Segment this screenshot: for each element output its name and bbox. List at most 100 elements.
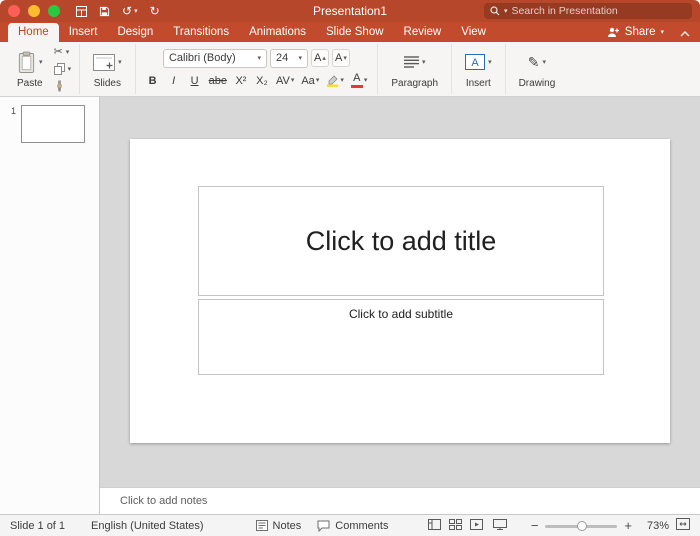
font-color-button[interactable]: A ▾ (349, 72, 370, 90)
grow-font-glyph: A (314, 52, 321, 64)
zoom-out-button[interactable]: − (531, 519, 539, 532)
change-case-glyph: Aa (301, 75, 314, 87)
notes-icon (256, 520, 268, 531)
slide-show-button[interactable] (470, 519, 483, 533)
drawing-group: ✎ ▾ Drawing (506, 44, 569, 94)
character-spacing-button[interactable]: AV ▾ (274, 72, 296, 90)
subtitle-placeholder-text: Click to add subtitle (349, 307, 453, 321)
normal-view-icon (428, 519, 441, 530)
tab-transitions[interactable]: Transitions (163, 23, 239, 42)
superscript-button[interactable]: X² (232, 72, 250, 90)
caret-down-icon: ▾ (134, 8, 138, 15)
comments-toggle-label: Comments (335, 520, 388, 532)
view-switcher (428, 519, 483, 533)
titlebar: ↺ ▾ ↻ Presentation1 ▾ (0, 0, 700, 22)
notes-toggle-button[interactable]: Notes (256, 520, 302, 532)
caret-down-icon: ▾ (257, 55, 261, 62)
slide-thumbnail[interactable] (21, 105, 85, 143)
decrease-font-size-button[interactable]: A ▾ (332, 49, 350, 67)
search-scope-caret-icon: ▾ (504, 8, 508, 15)
paragraph-button[interactable]: ▾ Paragraph (386, 47, 443, 91)
caret-down-icon: ▾ (68, 66, 72, 73)
share-person-icon (606, 26, 620, 38)
chevron-up-icon (680, 31, 690, 37)
comments-icon (317, 520, 330, 532)
tab-review[interactable]: Review (394, 23, 452, 42)
tab-slide-show[interactable]: Slide Show (316, 23, 394, 42)
caret-down-icon: ▾ (364, 77, 368, 84)
fit-slide-to-window-button[interactable] (676, 518, 690, 533)
drawing-button[interactable]: ✎ ▾ Drawing (514, 47, 561, 91)
ribbon-layout-icon[interactable] (76, 6, 87, 17)
bold-button[interactable]: B (144, 72, 162, 90)
tab-view[interactable]: View (451, 23, 496, 42)
subtitle-placeholder[interactable]: Click to add subtitle (198, 299, 604, 375)
tab-insert[interactable]: Insert (59, 23, 108, 42)
insert-label: Insert (466, 78, 491, 89)
paste-button[interactable]: ▾ Paste (12, 47, 48, 91)
paste-label: Paste (17, 78, 43, 89)
notes-pane[interactable]: Click to add notes (100, 487, 700, 514)
italic-button[interactable]: I (165, 72, 183, 90)
increase-font-size-button[interactable]: A ▴ (311, 49, 329, 67)
slide-counter: Slide 1 of 1 (10, 520, 65, 532)
caret-down-icon: ▾ (66, 49, 70, 56)
tab-animations[interactable]: Animations (239, 23, 316, 42)
share-button[interactable]: Share ▾ (606, 26, 664, 42)
collapse-ribbon-button[interactable] (680, 31, 690, 42)
text-box-icon: A (465, 54, 485, 70)
save-icon[interactable] (99, 6, 110, 17)
underline-button[interactable]: U (186, 72, 204, 90)
status-bar-right: − + 73% (428, 518, 690, 533)
clipboard-icon (17, 51, 36, 74)
minimize-button[interactable] (28, 5, 40, 17)
shrink-font-glyph: A (335, 52, 342, 64)
zoom-slider[interactable] (545, 520, 617, 532)
search-icon (490, 6, 500, 16)
highlighter-icon (326, 74, 339, 87)
redo-icon[interactable]: ↻ (150, 5, 160, 17)
copy-button[interactable]: ▾ (54, 62, 72, 76)
caret-down-icon: ▾ (343, 55, 347, 62)
text-highlight-button[interactable]: ▾ (324, 72, 346, 90)
caret-down-icon: ▾ (298, 55, 302, 62)
presenter-view-button[interactable] (493, 519, 507, 533)
zoom-in-button[interactable]: + (624, 519, 632, 532)
comments-toggle-button[interactable]: Comments (317, 520, 388, 532)
slide-canvas-area: Click to add title Click to add subtitle (100, 97, 700, 487)
zoom-level[interactable]: 73% (639, 520, 669, 532)
undo-icon[interactable]: ↺ ▾ (122, 5, 138, 17)
ribbon: ▾ Paste ✂ ▾ ▾ (0, 42, 700, 97)
strikethrough-button[interactable]: abe (207, 72, 229, 90)
ribbon-tabs: Home Insert Design Transitions Animation… (0, 22, 700, 42)
status-bar: Slide 1 of 1 English (United States) Not… (0, 514, 700, 536)
fullscreen-button[interactable] (48, 5, 60, 17)
subscript-button[interactable]: X₂ (253, 72, 271, 90)
format-painter-button[interactable] (54, 79, 72, 93)
slide-sorter-view-button[interactable] (449, 519, 462, 533)
close-button[interactable] (8, 5, 20, 17)
normal-view-button[interactable] (428, 519, 441, 533)
zoom-slider-thumb[interactable] (577, 521, 587, 531)
new-slide-button[interactable]: ▾ Slides (88, 47, 127, 91)
tab-design[interactable]: Design (107, 23, 163, 42)
tab-home[interactable]: Home (8, 23, 59, 42)
language-button[interactable]: English (United States) (91, 520, 204, 532)
change-case-button[interactable]: Aa ▾ (299, 72, 321, 90)
cut-button[interactable]: ✂ ▾ (54, 45, 72, 59)
slide[interactable]: Click to add title Click to add subtitle (130, 139, 670, 443)
quick-access-toolbar: ↺ ▾ ↻ (76, 5, 160, 17)
new-slide-icon (93, 54, 115, 71)
font-family-value: Calibri (Body) (169, 52, 236, 64)
title-placeholder[interactable]: Click to add title (198, 186, 604, 296)
paragraph-label: Paragraph (391, 78, 438, 89)
font-size-select[interactable]: 24 ▾ (270, 49, 308, 68)
title-placeholder-text: Click to add title (306, 226, 497, 257)
search-input[interactable] (512, 5, 686, 17)
insert-button[interactable]: A ▾ Insert (460, 47, 497, 91)
caret-down-icon: ▾ (660, 29, 664, 36)
search-box[interactable]: ▾ (484, 3, 692, 19)
editor-main: Click to add title Click to add subtitle… (100, 97, 700, 514)
drawing-label: Drawing (519, 78, 556, 89)
font-family-select[interactable]: Calibri (Body) ▾ (163, 49, 267, 68)
